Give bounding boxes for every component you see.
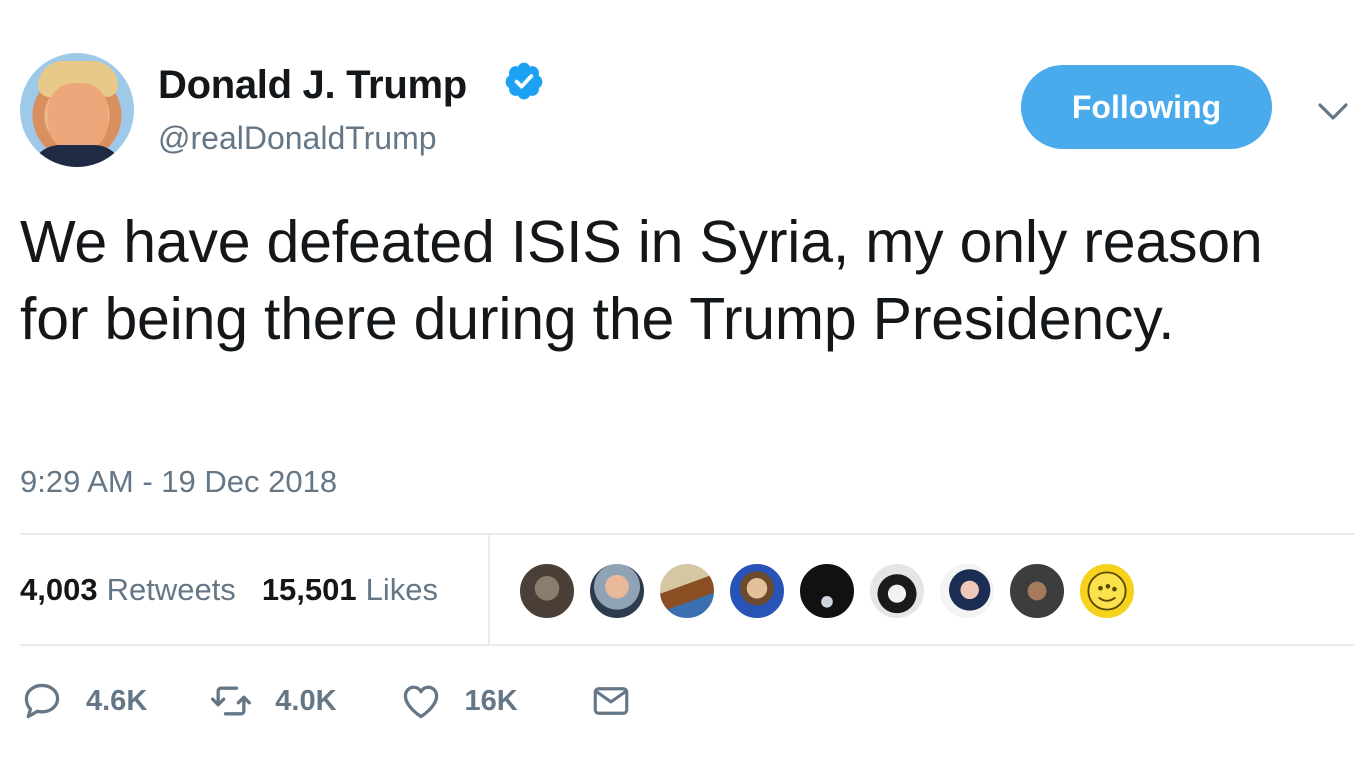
emoji-face-icon	[1087, 571, 1127, 611]
retweet-icon[interactable]	[209, 679, 253, 723]
liker-avatar-statue-icon[interactable]	[518, 562, 576, 620]
likes-count: 15,501	[261, 572, 357, 607]
like-count: 16K	[464, 684, 518, 717]
liker-avatar-woman-icon[interactable]	[938, 562, 996, 620]
author-display-name[interactable]: Donald J. Trump	[158, 62, 467, 108]
divider-top	[20, 533, 1354, 535]
divider-bottom	[20, 644, 1354, 646]
liker-avatar-portrait-icon[interactable]	[728, 562, 786, 620]
following-button[interactable]: Following	[1021, 65, 1272, 149]
tweet-timestamp[interactable]: 9:29 AM - 19 Dec 2018	[20, 462, 337, 502]
retweets-count: 4,003	[20, 572, 98, 607]
direct-message-action[interactable]	[590, 680, 632, 722]
avatar-face	[48, 83, 108, 153]
liker-avatar-bw-face-icon[interactable]	[868, 562, 926, 620]
retweet-count: 4.0K	[275, 684, 337, 717]
reply-action[interactable]: 4.6K	[20, 679, 147, 723]
likes-stat[interactable]: 15,501 Likes	[262, 570, 438, 610]
tweet-actions: 4.6K 4.0K 16K	[20, 676, 632, 726]
retweets-label: Retweets	[106, 572, 236, 607]
liker-avatar-gavel-icon[interactable]	[658, 562, 716, 620]
author-handle[interactable]: @realDonaldTrump	[158, 118, 437, 158]
heart-icon[interactable]	[399, 679, 443, 723]
tweet-text: We have defeated ISIS in Syria, my only …	[20, 209, 1263, 352]
likers-avatar-list	[518, 562, 1136, 620]
retweets-stat[interactable]: 4,003 Retweets	[20, 570, 236, 610]
liker-avatar-emoji-icon[interactable]	[1078, 562, 1136, 620]
retweet-action[interactable]: 4.0K	[209, 679, 337, 723]
engagement-stats: 4,003 Retweets 15,501 Likes	[20, 570, 438, 610]
envelope-icon[interactable]	[590, 680, 632, 722]
liker-avatar-dark-icon[interactable]	[798, 562, 856, 620]
reply-icon[interactable]	[20, 679, 64, 723]
avatar-suit	[30, 145, 124, 167]
like-action[interactable]: 16K	[399, 679, 518, 723]
verified-badge-icon	[505, 62, 543, 100]
chevron-down-icon[interactable]	[1314, 96, 1352, 126]
likes-label: Likes	[365, 572, 439, 607]
liker-avatar-man-icon[interactable]	[588, 562, 646, 620]
author-avatar[interactable]	[20, 53, 134, 167]
liker-avatar-figure-icon[interactable]	[1008, 562, 1066, 620]
reply-count: 4.6K	[86, 684, 148, 717]
stats-vertical-divider	[488, 535, 490, 644]
